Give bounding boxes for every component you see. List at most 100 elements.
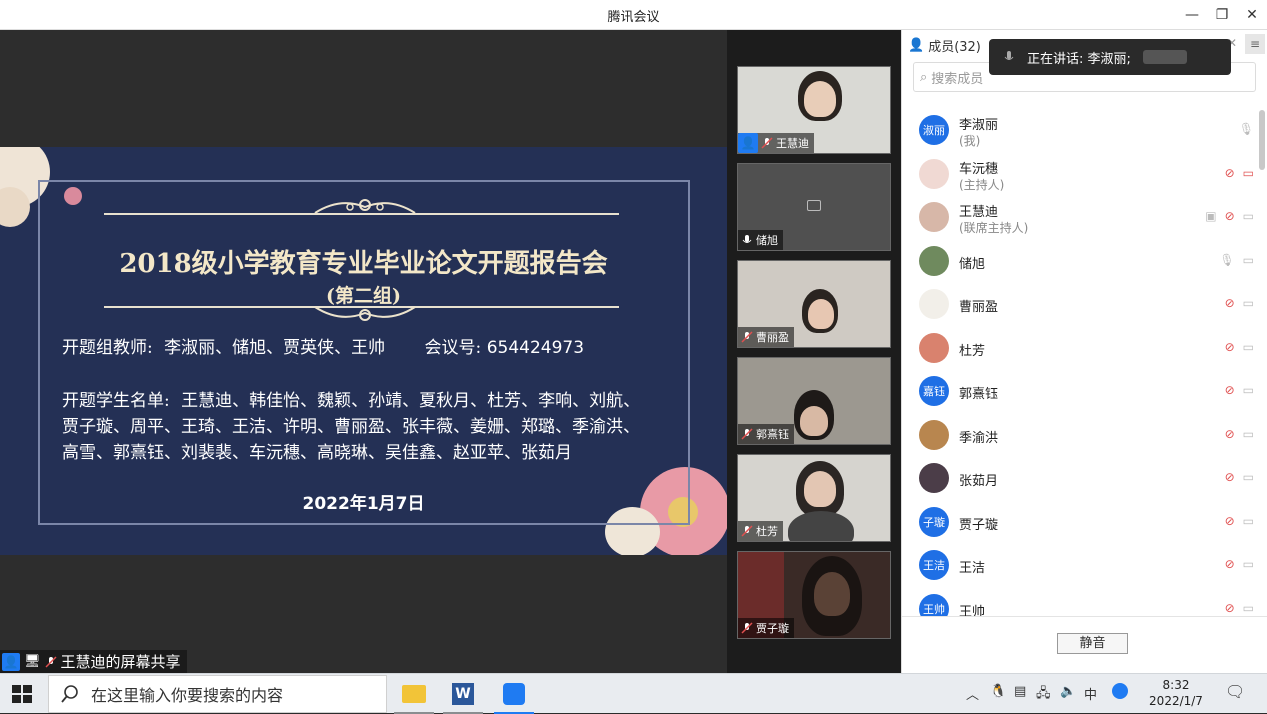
- mic-muted-icon: [761, 137, 773, 149]
- restore-button[interactable]: ❐: [1210, 4, 1234, 26]
- avatar: 嘉钰: [919, 376, 949, 406]
- user-icon: 👤: [738, 133, 758, 153]
- shared-screen[interactable]: 2018级小学教育专业毕业论文开题报告会 (第二组) 开题组教师: 李淑丽、储旭…: [0, 30, 727, 673]
- avatar: 王帅: [919, 594, 949, 616]
- participant-video: [800, 406, 828, 436]
- mic-muted-icon[interactable]: ⊘: [1225, 383, 1235, 397]
- mic-icon[interactable]: 🎙: [1239, 122, 1254, 136]
- tencent-meeting-icon[interactable]: [494, 678, 534, 714]
- camera-icon[interactable]: ▭: [1243, 601, 1254, 615]
- member-item[interactable]: 王慧迪 (联席主持人) ▣ ⊘ ▭: [902, 196, 1267, 239]
- member-item[interactable]: 曹丽盈 ⊘ ▭: [902, 283, 1267, 326]
- mic-muted-icon[interactable]: ⊘: [1225, 514, 1235, 528]
- members-tab[interactable]: 👤 成员(32): [908, 36, 981, 55]
- presentation-slide: 2018级小学教育专业毕业论文开题报告会 (第二组) 开题组教师: 李淑丽、储旭…: [0, 147, 727, 555]
- member-item[interactable]: 淑丽 李淑丽 (我) 🎙: [902, 109, 1267, 152]
- menu-icon[interactable]: ≡: [1245, 34, 1265, 54]
- tray-app-icon[interactable]: ▤: [1014, 684, 1026, 699]
- mic-muted-icon[interactable]: ⊘: [1225, 209, 1235, 223]
- mic-muted-icon[interactable]: ⊘: [1225, 601, 1235, 615]
- students-names-1: 王慧迪、韩佳怡、魏颖、孙靖、夏秋月、杜芳、李响、刘航、: [181, 391, 641, 411]
- speaking-toast: 正在讲话: 李淑丽;: [989, 39, 1231, 75]
- students-line-1: 开题学生名单: 王慧迪、韩佳怡、魏颖、孙靖、夏秋月、杜芳、李响、刘航、: [62, 386, 640, 411]
- video-tile[interactable]: 杜芳: [737, 454, 891, 542]
- camera-icon[interactable]: ▭: [1243, 296, 1254, 310]
- qq-icon[interactable]: 🐧: [990, 684, 1006, 699]
- camera-icon[interactable]: ▭: [1243, 514, 1254, 528]
- member-item[interactable]: 张茹月 ⊘ ▭: [902, 457, 1267, 500]
- member-item[interactable]: 子璇 贾子璇 ⊘ ▭: [902, 501, 1267, 544]
- show-hidden-icons[interactable]: ︿: [966, 684, 979, 703]
- taskbar-clock[interactable]: 8:32 2022/1/7: [1143, 677, 1209, 709]
- close-button[interactable]: ✕: [1240, 4, 1264, 26]
- divider: [902, 616, 1267, 617]
- mic-muted-icon: [741, 622, 753, 634]
- search-placeholder: 搜索成员: [931, 71, 984, 87]
- member-item[interactable]: 嘉钰 郭熹钰 ⊘ ▭: [902, 370, 1267, 413]
- volume-icon[interactable]: 🔈: [1060, 684, 1076, 699]
- member-name: 储旭: [959, 257, 986, 272]
- member-name: 李淑丽: [959, 118, 999, 133]
- camera-icon[interactable]: ▭: [1243, 557, 1254, 571]
- member-name: 张茹月: [959, 474, 999, 489]
- windows-start-icon[interactable]: [12, 685, 32, 703]
- member-name: 王洁: [959, 561, 986, 576]
- video-tile[interactable]: 储旭: [737, 163, 891, 251]
- mic-muted-icon[interactable]: ⊘: [1225, 340, 1235, 354]
- taskbar: 在这里输入你要搜索的内容 W ︿ 🐧 ▤ 🖧 🔈 中 8:32 2022/1/7…: [0, 673, 1267, 714]
- mic-icon: [1004, 51, 1014, 60]
- camera-icon[interactable]: ▭: [1243, 427, 1254, 441]
- file-explorer-icon[interactable]: [394, 678, 434, 714]
- member-role: (我): [959, 134, 981, 148]
- member-item[interactable]: 王洁 王洁 ⊘ ▭: [902, 544, 1267, 587]
- member-item[interactable]: 王帅 王帅 ⊘ ▭: [902, 588, 1267, 616]
- camera-off-icon: [807, 200, 821, 211]
- notification-icon[interactable]: 🗨: [1225, 682, 1245, 701]
- members-count-label: 成员(32): [928, 40, 981, 55]
- avatar: 淑丽: [919, 115, 949, 145]
- mic-muted-icon[interactable]: ⊘: [1225, 470, 1235, 484]
- title-bar: 腾讯会议 — ❐ ✕: [0, 0, 1267, 30]
- person-icon: 👤: [908, 38, 925, 53]
- mic-muted-icon: [44, 655, 57, 668]
- meeting-no-label: 会议号:: [424, 338, 482, 358]
- video-tile[interactable]: 郭熹钰: [737, 357, 891, 445]
- user-icon: 👤: [2, 652, 20, 671]
- video-tile-name: 郭熹钰: [756, 428, 789, 441]
- camera-icon[interactable]: ▭: [1243, 383, 1254, 397]
- mic-muted-icon[interactable]: ⊘: [1225, 166, 1235, 180]
- participant-video: [814, 572, 850, 616]
- member-item[interactable]: 杜芳 ⊘ ▭: [902, 327, 1267, 370]
- video-tile[interactable]: 曹丽盈: [737, 260, 891, 348]
- mic-muted-icon[interactable]: ⊘: [1225, 557, 1235, 571]
- ime-indicator[interactable]: 中: [1084, 684, 1097, 703]
- participant-video: [788, 511, 854, 541]
- member-item[interactable]: 车沅穗 (主持人) ⊘ ▭: [902, 153, 1267, 196]
- mute-all-button[interactable]: 静音: [1057, 633, 1128, 654]
- video-tile[interactable]: 👤 王慧迪: [737, 66, 891, 154]
- taskbar-search-input[interactable]: 在这里输入你要搜索的内容: [48, 675, 387, 713]
- camera-icon[interactable]: ▭: [1243, 209, 1254, 223]
- member-name: 郭熹钰: [959, 387, 999, 402]
- network-icon[interactable]: 🖧: [1036, 684, 1051, 706]
- video-tile-name: 杜芳: [756, 525, 778, 538]
- screen-share-icon: ▣: [1205, 209, 1217, 223]
- video-tile[interactable]: 贾子璇: [737, 551, 891, 639]
- participant-video: [808, 299, 834, 329]
- mic-muted-icon[interactable]: ⊘: [1225, 296, 1235, 310]
- mic-icon[interactable]: 🎙: [1219, 253, 1234, 267]
- minimize-button[interactable]: —: [1180, 4, 1204, 26]
- member-item[interactable]: 储旭 🎙 ▭: [902, 240, 1267, 283]
- mic-muted-icon[interactable]: ⊘: [1225, 427, 1235, 441]
- member-item[interactable]: 季渝洪 ⊘ ▭: [902, 414, 1267, 457]
- camera-icon[interactable]: ▭: [1243, 340, 1254, 354]
- speaking-text: 正在讲话: 李淑丽;: [1027, 51, 1131, 67]
- member-name: 季渝洪: [959, 431, 999, 446]
- mic-muted-icon: [741, 525, 753, 537]
- word-icon[interactable]: W: [443, 678, 483, 714]
- ime-app-icon[interactable]: [1112, 683, 1128, 699]
- clock-time: 8:32: [1162, 678, 1190, 692]
- camera-icon[interactable]: ▭: [1243, 253, 1254, 267]
- camera-off-icon[interactable]: ▭: [1243, 166, 1254, 180]
- camera-icon[interactable]: ▭: [1243, 470, 1254, 484]
